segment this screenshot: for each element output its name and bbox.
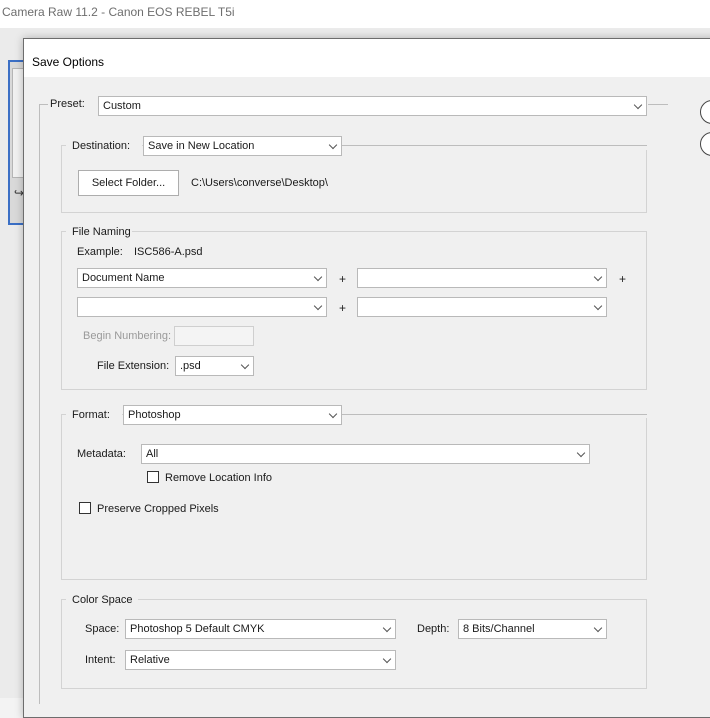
- naming-field-1-dropdown[interactable]: Document Name: [77, 268, 327, 288]
- depth-value: 8 Bits/Channel: [463, 623, 535, 635]
- naming-field-1-value: Document Name: [82, 272, 165, 284]
- destination-dropdown[interactable]: Save in New Location: [143, 136, 342, 156]
- preserve-cropped-label: Preserve Cropped Pixels: [97, 503, 219, 515]
- chevron-down-icon: [328, 409, 338, 419]
- example-value: ISC586-A.psd: [134, 246, 203, 258]
- plus-separator: +: [339, 272, 347, 286]
- destination-label: Destination:: [72, 140, 131, 152]
- preset-label: Preset:: [50, 98, 85, 110]
- format-line: [342, 414, 647, 415]
- preset-group-line: [39, 104, 48, 105]
- dialog-titlebar: [24, 39, 710, 77]
- chevron-down-icon: [576, 448, 586, 458]
- preserve-cropped-checkbox[interactable]: [79, 502, 91, 514]
- preset-dropdown[interactable]: Custom: [98, 96, 647, 116]
- space-label: Space:: [85, 623, 120, 635]
- begin-numbering-input: [174, 326, 254, 346]
- chevron-down-icon: [240, 360, 250, 370]
- chevron-down-icon: [633, 100, 643, 110]
- file-extension-dropdown[interactable]: .psd: [175, 356, 254, 376]
- format-value: Photoshop: [128, 409, 181, 421]
- format-label: Format:: [72, 409, 110, 421]
- destination-value: Save in New Location: [148, 140, 255, 152]
- chevron-down-icon: [313, 272, 323, 282]
- file-naming-title: File Naming: [72, 226, 131, 238]
- space-value: Photoshop 5 Default CMYK: [130, 623, 265, 635]
- remove-location-checkbox[interactable]: [147, 471, 159, 483]
- destination-path: C:\Users\converse\Desktop\: [191, 177, 328, 189]
- format-group: [61, 414, 647, 580]
- color-space-group: [61, 599, 647, 689]
- app-title: Camera Raw 11.2 - Canon EOS REBEL T5i: [2, 5, 235, 19]
- example-label: Example:: [77, 246, 123, 258]
- naming-field-2-dropdown[interactable]: [357, 268, 607, 288]
- plus-separator: +: [339, 301, 347, 315]
- color-space-title: Color Space: [72, 594, 133, 606]
- destination-line: [342, 145, 647, 146]
- chevron-down-icon: [382, 623, 392, 633]
- intent-dropdown[interactable]: Relative: [125, 650, 396, 670]
- plus-separator: +: [619, 272, 627, 286]
- chevron-down-icon: [328, 140, 338, 150]
- naming-field-3-dropdown[interactable]: [77, 297, 327, 317]
- naming-field-4-dropdown[interactable]: [357, 297, 607, 317]
- chevron-down-icon: [382, 654, 392, 664]
- metadata-value: All: [146, 448, 159, 460]
- begin-numbering-label: Begin Numbering:: [83, 330, 172, 342]
- intent-label: Intent:: [85, 654, 116, 666]
- chevron-down-icon: [593, 623, 603, 633]
- select-folder-button[interactable]: Select Folder...: [78, 170, 179, 196]
- file-extension-value: .psd: [180, 360, 201, 372]
- depth-dropdown[interactable]: 8 Bits/Channel: [458, 619, 607, 639]
- intent-value: Relative: [130, 654, 170, 666]
- metadata-dropdown[interactable]: All: [141, 444, 590, 464]
- space-dropdown[interactable]: Photoshop 5 Default CMYK: [125, 619, 396, 639]
- metadata-label: Metadata:: [77, 448, 126, 460]
- file-extension-label: File Extension:: [97, 360, 170, 372]
- preset-group-line-right: [648, 104, 668, 105]
- preset-group-left-border: [39, 104, 40, 704]
- chevron-down-icon: [313, 301, 323, 311]
- dialog-title: Save Options: [32, 55, 105, 69]
- remove-location-label: Remove Location Info: [165, 472, 273, 484]
- format-dropdown[interactable]: Photoshop: [123, 405, 342, 425]
- preset-value: Custom: [103, 100, 141, 112]
- depth-label: Depth:: [417, 623, 450, 635]
- format-line-bg: [340, 408, 650, 418]
- chevron-down-icon: [593, 272, 603, 282]
- chevron-down-icon: [593, 301, 603, 311]
